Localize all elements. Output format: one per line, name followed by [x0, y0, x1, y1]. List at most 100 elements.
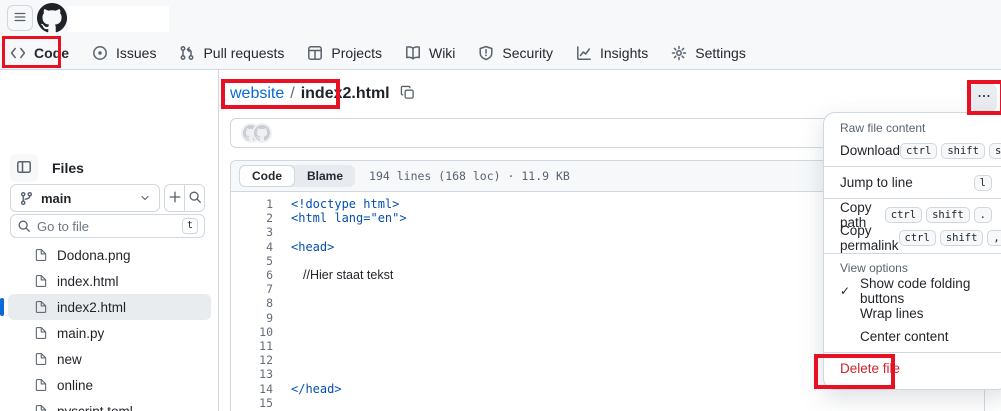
- line-number[interactable]: 1: [231, 197, 273, 211]
- file-icon: [34, 404, 48, 411]
- add-file-button[interactable]: [165, 185, 185, 211]
- github-file-page: Code Issues Pull requests Projects Wiki Secur…: [0, 0, 1001, 411]
- sidebar-collapse-icon: [16, 159, 32, 178]
- line-number[interactable]: 6: [231, 268, 273, 282]
- branch-selector[interactable]: main: [10, 184, 160, 212]
- tab-blame[interactable]: Blame: [295, 165, 355, 187]
- file-tree-item-new[interactable]: new: [8, 346, 211, 372]
- kbd-key: shift: [941, 143, 985, 159]
- repo-tab-code[interactable]: Code: [2, 38, 77, 68]
- file-icon: [34, 274, 48, 288]
- file-tree-item-pyscript-toml[interactable]: pyscript.toml: [8, 398, 211, 411]
- line-number[interactable]: 9: [231, 311, 273, 325]
- line-number[interactable]: 11: [231, 339, 273, 353]
- line-number[interactable]: 2: [231, 211, 273, 225]
- file-tree-item-main-py[interactable]: main.py: [8, 320, 211, 346]
- line-number[interactable]: 10: [231, 325, 273, 339]
- menu-divider: [824, 253, 1001, 254]
- kbd-key: shift: [926, 207, 970, 223]
- repo-nav: Code Issues Pull requests Projects Wiki Secur…: [2, 37, 761, 69]
- context-menu: Raw file contentDownloadctrlshiftsJump t…: [823, 112, 1001, 390]
- shortcut-badge: t: [182, 218, 198, 234]
- code-icon: [10, 45, 26, 61]
- more-options-button[interactable]: [970, 84, 997, 111]
- keyboard-shortcut: ctrlshift.: [885, 207, 992, 223]
- repo-tab-settings[interactable]: Settings: [663, 38, 754, 68]
- collapse-sidebar-button[interactable]: [10, 154, 38, 182]
- repo-tab-label: Issues: [116, 45, 156, 61]
- repo-tab-label: Pull requests: [203, 45, 284, 61]
- repo-tab-label: Wiki: [429, 45, 455, 61]
- file-tree-item-dodona-png[interactable]: Dodona.png: [8, 242, 211, 268]
- file-name: pyscript.toml: [57, 404, 133, 411]
- search-files-button[interactable]: [185, 185, 204, 211]
- file-tree-item-online[interactable]: online: [8, 372, 211, 398]
- keyboard-shortcut: ctrlshifts: [900, 143, 1001, 159]
- file-icon: [34, 248, 48, 262]
- repo-tab-wiki[interactable]: Wiki: [397, 38, 463, 68]
- keyboard-shortcut: l: [974, 175, 992, 191]
- menu-item-copy-permalink[interactable]: Copy permalinkctrlshift,: [824, 226, 1001, 249]
- file-name: index.html: [57, 274, 119, 289]
- breadcrumb-folder-link[interactable]: website: [230, 85, 284, 103]
- tab-code[interactable]: Code: [239, 165, 295, 187]
- line-number[interactable]: 14: [231, 382, 273, 396]
- line-number[interactable]: 3: [231, 225, 273, 239]
- repo-tab-label: Projects: [331, 45, 382, 61]
- menu-item-label: Jump to line: [840, 175, 913, 190]
- go-to-file-box: t: [10, 214, 205, 238]
- menu-item-show-code-folding-buttons[interactable]: ✓Show code folding buttons: [824, 279, 1001, 302]
- file-icon: [34, 300, 48, 314]
- line-number[interactable]: 8: [231, 296, 273, 310]
- file-name: new: [57, 352, 82, 367]
- keyboard-shortcut: ctrlshift,: [899, 230, 1001, 246]
- issue-opened-icon: [92, 45, 108, 61]
- pull-request-icon: [179, 45, 195, 61]
- file-meta-info: 194 lines (168 loc) · 11.9 KB: [369, 169, 570, 183]
- repo-tab-pull-requests[interactable]: Pull requests: [171, 38, 292, 68]
- repo-tab-insights[interactable]: Insights: [568, 38, 656, 68]
- file-tree-item-index2-html[interactable]: index2.html: [8, 294, 211, 320]
- code-line: 15: [231, 396, 984, 410]
- hamburger-menu-button[interactable]: [7, 5, 33, 31]
- file-actions-group: [164, 184, 205, 212]
- github-octocat-logo[interactable]: [37, 3, 67, 33]
- line-number[interactable]: 4: [231, 240, 273, 254]
- repo-tab-projects[interactable]: Projects: [299, 38, 390, 68]
- menu-section-header-raw-file-content: Raw file content: [824, 118, 1001, 139]
- repo-tab-issues[interactable]: Issues: [84, 38, 164, 68]
- menu-item-download[interactable]: Downloadctrlshifts: [824, 139, 1001, 162]
- menu-item-label: Show code folding buttons: [860, 276, 992, 306]
- line-number[interactable]: 13: [231, 367, 273, 381]
- line-number[interactable]: 7: [231, 282, 273, 296]
- line-number[interactable]: 5: [231, 254, 273, 268]
- avatar-placeholder-icon: [252, 123, 272, 143]
- menu-item-jump-to-line[interactable]: Jump to line l: [824, 171, 1001, 194]
- menu-divider: [824, 166, 1001, 167]
- menu-item-label: Download: [840, 143, 900, 158]
- files-header: Files: [10, 154, 84, 182]
- menu-item-delete-file[interactable]: Delete file: [824, 357, 1001, 380]
- line-number[interactable]: 15: [231, 396, 273, 410]
- branch-name: main: [41, 191, 71, 206]
- line-content: <head>: [273, 240, 334, 254]
- active-file-indicator: [0, 298, 4, 316]
- repo-tab-label: Security: [502, 45, 553, 61]
- menu-item-center-content[interactable]: Center content: [824, 325, 1001, 348]
- file-tree-item-index-html[interactable]: index.html: [8, 268, 211, 294]
- kebab-horizontal-icon: [977, 89, 991, 106]
- menu-item-label: Copy permalink: [840, 223, 899, 253]
- line-content: //Hier staat tekst: [273, 268, 393, 282]
- line-number[interactable]: 12: [231, 353, 273, 367]
- repo-tab-label: Settings: [695, 45, 746, 61]
- graph-icon: [576, 45, 592, 61]
- go-to-file-input[interactable]: [37, 219, 176, 234]
- copy-path-button[interactable]: [400, 85, 415, 103]
- kbd-key: ctrl: [885, 207, 922, 223]
- copy-icon: [400, 85, 415, 103]
- repo-tab-security[interactable]: Security: [470, 38, 561, 68]
- kbd-key: s: [989, 143, 1001, 159]
- file-name: online: [57, 378, 93, 393]
- shield-icon: [478, 45, 494, 61]
- menu-divider: [824, 352, 1001, 353]
